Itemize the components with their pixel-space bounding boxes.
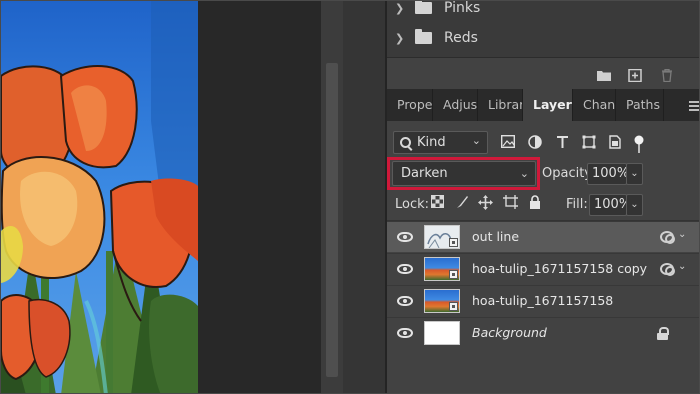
photoshop-window: ❯ Pinks ❯ Reds Proper Adjust Librari Lay… — [0, 0, 700, 394]
lock-label: Lock: — [395, 197, 430, 212]
document-canvas[interactable] — [1, 1, 198, 393]
smart-object-badge-icon — [449, 270, 458, 279]
layer-name[interactable]: hoa-tulip_1671157158 copy — [472, 261, 647, 276]
smart-filter-icon[interactable] — [660, 263, 675, 276]
panel-gutter — [343, 1, 387, 393]
tab-adjustments[interactable]: Adjust — [433, 89, 478, 121]
swatch-group-pinks[interactable]: ❯ Pinks — [387, 0, 699, 21]
search-icon — [400, 137, 411, 148]
trash-icon[interactable] — [660, 67, 674, 83]
layer-row-background[interactable]: Background — [387, 317, 699, 348]
lock-position-icon[interactable] — [478, 195, 493, 213]
smart-filter-icon[interactable] — [660, 231, 675, 244]
layer-thumbnail[interactable] — [424, 321, 460, 345]
smart-object-filter-icon[interactable] — [609, 135, 621, 152]
tab-properties[interactable]: Proper — [387, 89, 433, 121]
chevron-right-icon[interactable]: ❯ — [395, 2, 409, 15]
swatch-group-label: Reds — [444, 30, 478, 46]
lock-all-icon[interactable] — [529, 195, 541, 212]
fill-input[interactable]: 100% — [589, 194, 631, 216]
layer-row-tulip-copy[interactable]: hoa-tulip_1671157158 copy ⌄ — [387, 253, 699, 284]
folder-icon — [415, 29, 432, 44]
lock-icon[interactable] — [657, 327, 669, 340]
filter-toggle-icon[interactable] — [634, 135, 644, 156]
chevron-down-icon: ⌄ — [471, 134, 481, 147]
folder-icon[interactable] — [597, 67, 611, 81]
layer-name[interactable]: hoa-tulip_1671157158 — [472, 293, 613, 308]
chevron-right-icon[interactable]: ❯ — [395, 32, 409, 45]
layer-row-out-line[interactable]: out line ⌄ — [387, 221, 699, 252]
filter-kind-select[interactable]: Kind ⌄ — [393, 131, 488, 154]
canvas-pasteboard — [198, 1, 321, 393]
chevron-down-icon[interactable]: ⌄ — [678, 261, 686, 272]
tab-paths[interactable]: Paths — [616, 89, 664, 121]
swatch-group-label: Pinks — [444, 0, 481, 16]
new-swatch-icon[interactable] — [628, 67, 642, 83]
shape-filter-icon[interactable] — [582, 135, 596, 152]
folder-icon — [415, 1, 432, 14]
tab-layers[interactable]: Layers — [523, 89, 573, 121]
highlight-box — [387, 157, 540, 190]
smart-object-badge-icon — [449, 238, 458, 247]
eye-icon[interactable] — [397, 232, 413, 242]
chevron-down-icon[interactable]: ⌄ — [678, 229, 686, 240]
eye-icon[interactable] — [397, 264, 413, 274]
opacity-input[interactable]: 100% — [587, 163, 629, 185]
fill-slider-toggle[interactable]: ⌄ — [626, 194, 643, 216]
layer-thumbnail[interactable] — [424, 289, 460, 313]
scrollbar-thumb[interactable] — [326, 63, 338, 377]
lock-artboard-icon[interactable] — [503, 195, 518, 212]
swatches-toolbar — [387, 58, 699, 89]
layer-thumbnail[interactable] — [424, 225, 460, 249]
layer-name[interactable]: out line — [472, 229, 519, 244]
layer-thumbnail[interactable] — [424, 257, 460, 281]
tulip-painting — [1, 1, 198, 393]
layer-row-tulip[interactable]: hoa-tulip_1671157158 — [387, 285, 699, 316]
tab-channels[interactable]: Chann — [573, 89, 616, 121]
type-filter-icon[interactable] — [556, 135, 569, 152]
swatch-group-reds[interactable]: ❯ Reds — [387, 25, 699, 51]
opacity-slider-toggle[interactable]: ⌄ — [626, 163, 643, 185]
eye-icon[interactable] — [397, 328, 413, 338]
layer-name[interactable]: Background — [472, 325, 547, 340]
lock-image-icon[interactable] — [455, 195, 469, 212]
lock-transparent-icon[interactable] — [431, 195, 444, 211]
pixel-filter-icon[interactable] — [500, 134, 516, 151]
tab-libraries[interactable]: Librari — [478, 89, 523, 121]
eye-icon[interactable] — [397, 296, 413, 306]
panel-tab-bar: Proper Adjust Librari Layers Chann Paths — [387, 89, 699, 121]
panel-menu-icon[interactable] — [689, 101, 699, 113]
fill-label: Fill: — [566, 197, 588, 212]
adjustment-filter-icon[interactable] — [528, 135, 542, 152]
filter-kind-label: Kind — [417, 135, 446, 150]
smart-object-badge-icon — [449, 302, 458, 311]
